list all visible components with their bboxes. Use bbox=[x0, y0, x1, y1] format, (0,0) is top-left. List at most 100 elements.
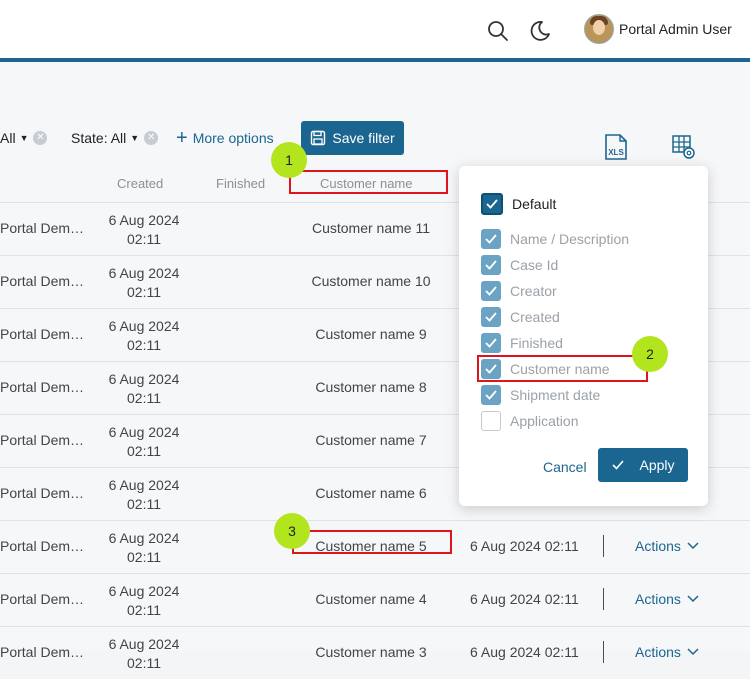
created-date: 6 Aug 2024 bbox=[108, 371, 180, 387]
created-time: 02:11 bbox=[127, 284, 161, 300]
checkmark-icon bbox=[485, 312, 497, 322]
creator-cell: Portal Demo User bbox=[0, 432, 86, 448]
apply-button[interactable]: Apply bbox=[598, 448, 688, 482]
customer-name-cell: Customer name 3 bbox=[315, 644, 427, 660]
creator-cell: Portal Demo User bbox=[0, 220, 86, 236]
shipment-date-cell: 6 Aug 2024 02:11 bbox=[470, 538, 579, 554]
user-menu[interactable]: Portal Admin User bbox=[584, 14, 732, 44]
filter-chip-all[interactable]: All ▼ ✕ bbox=[0, 130, 48, 146]
actions-dropdown[interactable]: Actions bbox=[635, 538, 699, 554]
column-header-created[interactable]: Created bbox=[117, 176, 163, 191]
column-option-label: Creator bbox=[510, 283, 557, 299]
created-time: 02:11 bbox=[127, 655, 161, 671]
created-time: 02:11 bbox=[127, 390, 161, 406]
customer-name-cell: Customer name 10 bbox=[311, 273, 431, 289]
customer-name-cell: Customer name 7 bbox=[315, 432, 427, 448]
actions-dropdown[interactable]: Actions bbox=[635, 644, 699, 660]
filter-chip-label: All bbox=[0, 130, 16, 146]
annotation-badge-3: 3 bbox=[274, 513, 310, 549]
creator-cell: Portal Demo User bbox=[0, 379, 86, 395]
shipment-date-cell: 6 Aug 2024 02:11 bbox=[470, 591, 579, 607]
column-header-finished[interactable]: Finished bbox=[216, 176, 265, 191]
highlight-box-customer-name-header bbox=[289, 170, 448, 194]
table-settings-icon[interactable] bbox=[671, 133, 697, 161]
xls-icon-text: XLS bbox=[608, 148, 624, 157]
created-cell: 6 Aug 2024 02:11 bbox=[96, 582, 192, 620]
column-option-created[interactable]: Created bbox=[481, 306, 560, 328]
column-option-label: Created bbox=[510, 309, 560, 325]
column-divider bbox=[603, 588, 604, 610]
creator-cell: Portal Demo User bbox=[0, 538, 86, 554]
apply-label: Apply bbox=[639, 457, 675, 473]
clear-filter-icon[interactable]: ✕ bbox=[33, 131, 48, 145]
column-divider bbox=[603, 535, 604, 557]
column-option-name-description[interactable]: Name / Description bbox=[481, 228, 629, 250]
cancel-button[interactable]: Cancel bbox=[543, 459, 587, 475]
customer-name-cell: Customer name 6 bbox=[315, 485, 427, 501]
more-options-label: More options bbox=[192, 130, 274, 146]
customer-name-cell: Customer name 8 bbox=[315, 379, 427, 395]
column-option-finished[interactable]: Finished bbox=[481, 332, 563, 354]
column-option-application[interactable]: Application bbox=[481, 410, 579, 432]
created-date: 6 Aug 2024 bbox=[108, 212, 180, 228]
customer-name-cell: Customer name 4 bbox=[315, 591, 427, 607]
plus-icon: + bbox=[176, 127, 188, 149]
created-cell: 6 Aug 2024 02:11 bbox=[96, 635, 192, 673]
column-option-label: Name / Description bbox=[510, 231, 630, 247]
avatar bbox=[584, 14, 614, 44]
created-time: 02:11 bbox=[127, 443, 161, 459]
column-checkbox[interactable] bbox=[481, 281, 501, 301]
column-checkbox[interactable] bbox=[481, 385, 501, 405]
created-cell: 6 Aug 2024 02:11 bbox=[96, 476, 192, 514]
created-cell: 6 Aug 2024 02:11 bbox=[96, 370, 192, 408]
column-divider bbox=[603, 641, 604, 663]
floppy-disk-icon bbox=[311, 130, 326, 146]
chevron-down-icon bbox=[687, 595, 699, 603]
creator-cell: Portal Demo User bbox=[0, 591, 86, 607]
filter-chip-state[interactable]: State: All ▼ ✕ bbox=[71, 130, 159, 146]
created-date: 6 Aug 2024 bbox=[108, 477, 180, 493]
actions-label: Actions bbox=[635, 538, 681, 554]
chevron-down-icon bbox=[687, 648, 699, 656]
annotation-badge-2: 2 bbox=[632, 336, 668, 372]
created-cell: 6 Aug 2024 02:11 bbox=[96, 423, 192, 461]
save-filter-button[interactable]: Save filter bbox=[301, 121, 404, 155]
save-filter-label: Save filter bbox=[332, 130, 395, 146]
created-cell: 6 Aug 2024 02:11 bbox=[96, 317, 192, 355]
column-option-label: Case Id bbox=[510, 257, 559, 273]
actions-dropdown[interactable]: Actions bbox=[635, 591, 699, 607]
column-option-case-id[interactable]: Case Id bbox=[481, 254, 558, 276]
column-option-label: Shipment date bbox=[510, 387, 601, 403]
default-label: Default bbox=[512, 196, 557, 212]
column-option-shipment-date[interactable]: Shipment date bbox=[481, 384, 600, 406]
customer-name-cell: Customer name 9 bbox=[315, 326, 427, 342]
column-option-creator[interactable]: Creator bbox=[481, 280, 557, 302]
clear-filter-icon[interactable]: ✕ bbox=[144, 131, 159, 145]
user-name: Portal Admin User bbox=[619, 21, 732, 37]
customer-name-cell: Customer name 11 bbox=[311, 220, 430, 236]
created-date: 6 Aug 2024 bbox=[108, 265, 180, 281]
column-checkbox[interactable] bbox=[481, 229, 501, 249]
highlight-box-customer-name-option bbox=[477, 355, 648, 382]
column-checkbox[interactable] bbox=[481, 333, 501, 353]
creator-cell: Portal Demo User bbox=[0, 326, 86, 342]
creator-cell: Portal Demo User bbox=[0, 644, 86, 660]
caret-down-icon: ▼ bbox=[19, 133, 29, 143]
more-options-link[interactable]: + More options bbox=[176, 127, 274, 149]
column-checkbox[interactable] bbox=[481, 411, 501, 431]
search-icon[interactable] bbox=[485, 18, 511, 44]
created-time: 02:11 bbox=[127, 602, 161, 618]
column-checkbox[interactable] bbox=[481, 255, 501, 275]
column-option-label: Finished bbox=[510, 335, 563, 351]
default-checkbox-row[interactable]: Default bbox=[481, 193, 556, 215]
xls-export-icon[interactable]: XLS bbox=[603, 133, 629, 161]
actions-label: Actions bbox=[635, 591, 681, 607]
default-checkbox[interactable] bbox=[481, 193, 503, 215]
created-cell: 6 Aug 2024 02:11 bbox=[96, 529, 192, 567]
table-row[interactable]: Portal Demo User 6 Aug 202402:11 Custome… bbox=[0, 573, 750, 626]
column-checkbox[interactable] bbox=[481, 307, 501, 327]
created-date: 6 Aug 2024 bbox=[108, 424, 180, 440]
checkmark-icon bbox=[612, 460, 625, 470]
moon-icon[interactable] bbox=[527, 18, 553, 44]
table-row[interactable]: Portal Demo User 6 Aug 202402:11 Custome… bbox=[0, 626, 750, 679]
